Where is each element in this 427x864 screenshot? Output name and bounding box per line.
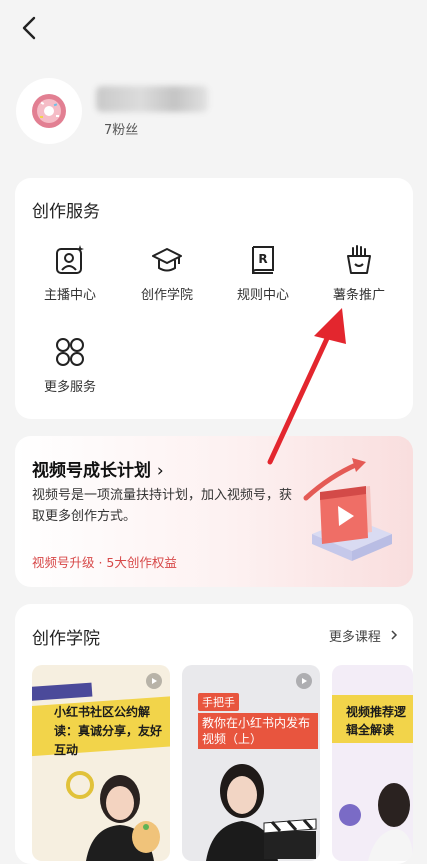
section-title: 创作服务 xyxy=(32,202,100,222)
chevron-right-icon xyxy=(391,630,398,640)
graduation-cap-icon xyxy=(152,248,182,272)
presenter-image xyxy=(206,764,317,861)
avatar[interactable] xyxy=(16,78,82,144)
play-icon xyxy=(146,673,162,689)
section-title: 创作学院 xyxy=(32,629,100,649)
presenter-image xyxy=(339,783,413,861)
decor-band xyxy=(32,682,93,702)
username-blurred xyxy=(96,86,208,112)
growth-upgrade-link[interactable]: 视频号升级 · 5大创作权益 xyxy=(32,552,177,571)
service-fries-promotion[interactable]: 薯条推广 xyxy=(319,244,399,303)
rule-book-icon: R xyxy=(252,246,274,274)
svg-text:R: R xyxy=(258,252,267,266)
more-courses-link[interactable]: 更多课程 xyxy=(329,626,399,645)
course-caption: 教你在小红书内发布视频（上） xyxy=(198,713,318,749)
fries-icon xyxy=(347,245,371,274)
service-label: 主播中心 xyxy=(43,288,96,303)
anchor-center-icon xyxy=(56,245,84,274)
service-creation-academy[interactable]: 创作学院 xyxy=(127,244,207,303)
chevron-left-icon xyxy=(22,16,36,40)
service-label: 创作学院 xyxy=(140,288,193,303)
growth-title[interactable]: 视频号成长计划 › xyxy=(32,456,164,481)
course-tag: 手把手 xyxy=(198,693,239,711)
course-thumbnail[interactable]: 视频推荐逻辑全解读 xyxy=(332,665,413,861)
growth-description: 视频号是一项流量扶持计划，加入视频号，获取更多创作方式。 xyxy=(32,488,293,524)
presenter-image xyxy=(66,771,160,861)
course-thumbnail[interactable]: 小红书社区公约解读：真诚分享，友好互动 xyxy=(32,665,170,861)
course-caption: 视频推荐逻辑全解读 xyxy=(346,705,407,737)
chevron-right-icon: › xyxy=(156,461,164,481)
more-courses-label: 更多课程 xyxy=(328,630,381,645)
annotation-arrow xyxy=(267,308,346,465)
growth-title-text: 视频号成长计划 xyxy=(32,461,151,481)
creation-academy-card: 创作学院 更多课程 小红书社区公约解读：真诚分享，友好互动 手把手 教你在小红书… xyxy=(15,604,413,864)
course-caption: 小红书社区公约解读：真诚分享，友好互动 xyxy=(54,705,163,757)
donut-icon xyxy=(32,94,66,128)
back-button[interactable] xyxy=(14,12,46,44)
course-thumbnail[interactable]: 手把手 教你在小红书内发布视频（上） xyxy=(182,665,320,861)
service-more[interactable]: 更多服务 xyxy=(30,336,110,395)
play-icon xyxy=(296,673,312,689)
video-growth-illustration xyxy=(303,458,392,561)
service-anchor-center[interactable]: 主播中心 xyxy=(30,244,110,303)
service-label: 更多服务 xyxy=(43,380,96,395)
grid-icon xyxy=(56,338,84,366)
service-rule-center[interactable]: R 规则中心 xyxy=(223,244,303,303)
fans-count: 7粉丝 xyxy=(104,123,139,138)
